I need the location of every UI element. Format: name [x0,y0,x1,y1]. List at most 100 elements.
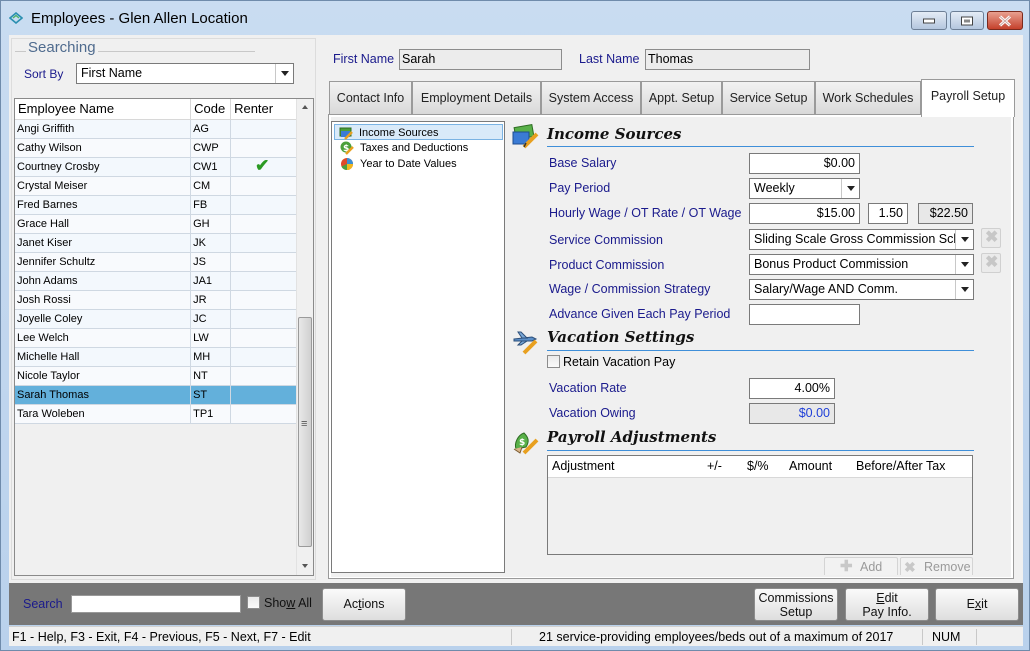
scroll-down-arrow-icon[interactable] [297,558,313,575]
employee-renter-cell[interactable] [230,214,297,234]
employee-row[interactable]: Courtney Crosby CW1 ✔ [15,157,297,177]
last-name-field[interactable]: Thomas [645,49,810,70]
employee-code-cell[interactable]: JS [190,252,232,272]
employee-name-cell[interactable]: Janet Kiser [15,233,192,253]
remove-adjustment-button[interactable]: ✖ Remove [900,557,973,575]
first-name-field[interactable]: Sarah [399,49,562,70]
employee-renter-cell[interactable] [230,404,297,424]
employee-name-cell[interactable]: Crystal Meiser [15,176,192,196]
employee-name-cell[interactable]: Courtney Crosby [15,157,192,177]
tree-item-year-to-date[interactable]: Year to Date Values [336,156,457,172]
actions-button[interactable]: Actions [322,588,406,621]
employee-code-cell[interactable]: AG [190,119,232,139]
commissions-setup-button[interactable]: Commissions Setup [754,588,838,621]
search-input[interactable] [71,595,241,613]
employee-renter-cell[interactable] [230,119,297,139]
employee-code-cell[interactable]: FB [190,195,232,215]
employee-renter-cell[interactable] [230,233,297,253]
tab-service-setup[interactable]: Service Setup [722,81,815,114]
employee-renter-cell[interactable] [230,309,297,329]
employee-row[interactable]: Janet Kiser JK [15,233,297,253]
chevron-down-icon[interactable] [955,255,973,274]
maximize-button[interactable] [950,11,984,30]
employee-code-cell[interactable]: JC [190,309,232,329]
employee-name-cell[interactable]: Angi Griffith [15,119,192,139]
employee-row[interactable]: John Adams JA1 [15,271,297,291]
employee-code-cell[interactable]: JK [190,233,232,253]
employee-renter-cell[interactable] [230,252,297,272]
employee-name-cell[interactable]: Jennifer Schultz [15,252,192,272]
employee-renter-cell[interactable] [230,385,297,405]
sort-by-select[interactable]: First Name [76,63,294,84]
employee-code-cell[interactable]: JA1 [190,271,232,291]
employee-code-cell[interactable]: ST [190,385,232,405]
employee-code-cell[interactable]: MH [190,347,232,367]
employee-renter-cell[interactable] [230,176,297,196]
tab-payroll-setup[interactable]: Payroll Setup [921,79,1015,117]
employee-code-cell[interactable]: NT [190,366,232,386]
pay-period-select[interactable]: Weekly [749,178,860,199]
column-header-dollar-percent[interactable]: $/% [747,459,769,473]
employee-name-cell[interactable]: Nicole Taylor [15,366,192,386]
chevron-down-icon[interactable] [955,230,973,249]
tree-item-taxes-deductions[interactable]: $ Taxes and Deductions [336,140,468,156]
minimize-button[interactable] [911,11,947,30]
employee-renter-cell[interactable] [230,138,297,158]
employee-row[interactable]: Jennifer Schultz JS [15,252,297,272]
column-header-adjustment[interactable]: Adjustment [552,459,615,473]
employee-code-cell[interactable]: LW [190,328,232,348]
exit-button[interactable]: Exit [935,588,1019,621]
show-all-checkbox[interactable] [247,596,260,609]
title-bar[interactable]: Employees - Glen Allen Location [1,1,1029,35]
column-header-plus-minus[interactable]: +/- [707,459,722,473]
employee-renter-cell[interactable] [230,271,297,291]
employee-code-cell[interactable]: JR [190,290,232,310]
employee-name-cell[interactable]: Michelle Hall [15,347,192,367]
scroll-up-arrow-icon[interactable] [297,99,313,116]
employee-name-cell[interactable]: Fred Barnes [15,195,192,215]
employee-row[interactable]: Lee Welch LW [15,328,297,348]
employee-row[interactable]: Grace Hall GH [15,214,297,234]
tab-contact-info[interactable]: Contact Info [329,81,412,114]
employee-renter-cell[interactable] [230,328,297,348]
employee-name-cell[interactable]: John Adams [15,271,192,291]
retain-vacation-pay-checkbox[interactable] [547,355,560,368]
column-header-renter[interactable]: Renter [230,99,297,120]
tab-work-schedules[interactable]: Work Schedules [815,81,921,114]
clear-service-commission-button[interactable]: ✖ [981,228,1001,248]
chevron-down-icon[interactable] [275,64,293,83]
close-button[interactable] [987,11,1023,30]
employee-row[interactable]: Sarah Thomas ST [15,385,297,405]
tab-system-access[interactable]: System Access [541,81,641,114]
tree-item-income-sources[interactable]: Income Sources [334,124,503,140]
employee-renter-cell[interactable] [230,366,297,386]
employee-row[interactable]: Joyelle Coley JC [15,309,297,329]
scrollbar-thumb[interactable] [298,317,312,547]
employee-code-cell[interactable]: CM [190,176,232,196]
employee-row[interactable]: Michelle Hall MH [15,347,297,367]
employee-name-cell[interactable]: Cathy Wilson [15,138,192,158]
tab-appt-setup[interactable]: Appt. Setup [641,81,722,114]
column-header-amount[interactable]: Amount [789,459,832,473]
employee-list-scrollbar[interactable] [296,99,313,575]
product-commission-select[interactable]: Bonus Product Commission [749,254,974,275]
employee-row[interactable]: Fred Barnes FB [15,195,297,215]
add-adjustment-button[interactable]: ✚ Add [824,557,898,575]
employee-name-cell[interactable]: Grace Hall [15,214,192,234]
employee-row[interactable]: Cathy Wilson CWP [15,138,297,158]
employee-renter-cell[interactable] [230,347,297,367]
employee-name-cell[interactable]: Sarah Thomas [15,385,192,405]
tab-employment-details[interactable]: Employment Details [412,81,541,114]
employee-name-cell[interactable]: Lee Welch [15,328,192,348]
employee-code-cell[interactable]: TP1 [190,404,232,424]
ot-rate-input[interactable]: 1.50 [868,203,908,224]
employee-row[interactable]: Tara Woleben TP1 [15,404,297,424]
column-header-employee-name[interactable]: Employee Name [15,99,192,120]
employee-row[interactable]: Josh Rossi JR [15,290,297,310]
advance-input[interactable] [749,304,860,325]
hourly-wage-input[interactable]: $15.00 [749,203,860,224]
employee-row[interactable]: Nicole Taylor NT [15,366,297,386]
employee-name-cell[interactable]: Josh Rossi [15,290,192,310]
employee-code-cell[interactable]: CWP [190,138,232,158]
edit-pay-info-button[interactable]: Edit Pay Info. [845,588,929,621]
